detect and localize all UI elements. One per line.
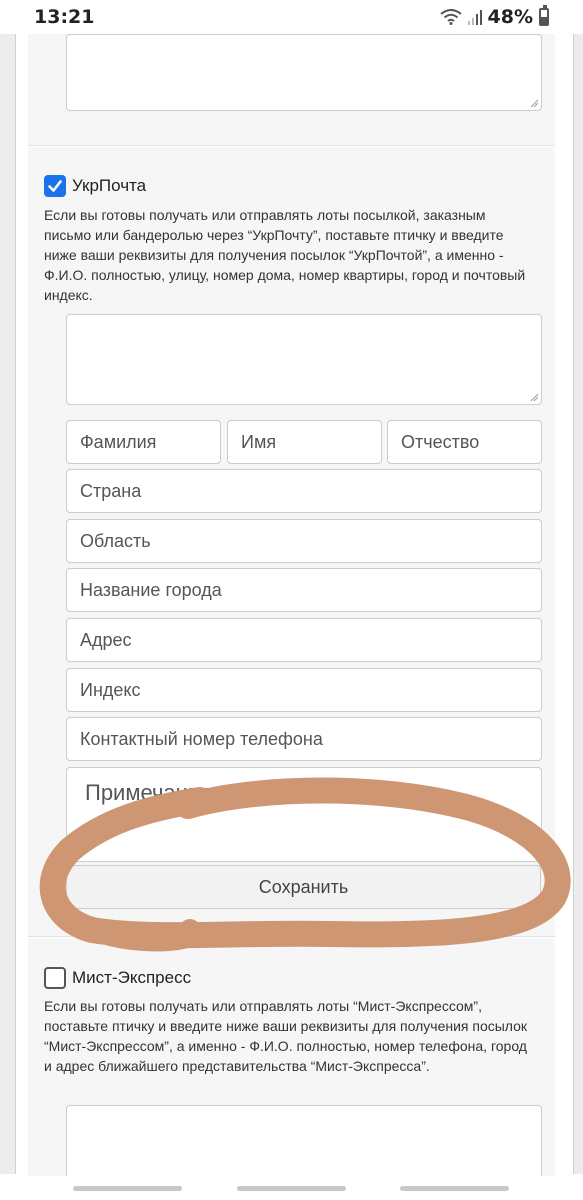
previous-textarea[interactable]	[66, 34, 542, 111]
save-button[interactable]: Сохранить	[66, 865, 541, 909]
nav-home-handle[interactable]	[237, 1186, 346, 1191]
resize-grip-icon	[530, 99, 538, 107]
resize-grip-icon	[530, 393, 538, 401]
ukrposhta-checkbox[interactable]	[44, 175, 66, 197]
country-input[interactable]: Страна	[66, 469, 542, 513]
notes-textarea[interactable]: Примечания	[66, 767, 542, 862]
mist-express-section: Мист-Экспресс Если вы готовы получать ил…	[28, 938, 555, 1195]
ukrposhta-checkbox-row[interactable]: УкрПочта	[44, 175, 146, 197]
mist-express-checkbox-row[interactable]: Мист-Экспресс	[44, 967, 191, 989]
status-icons: 48%	[439, 5, 549, 28]
nav-back-handle[interactable]	[400, 1186, 509, 1191]
patronymic-input[interactable]: Отчество	[387, 420, 542, 464]
address-input[interactable]: Адрес	[66, 618, 542, 662]
ukrposhta-details-textarea[interactable]	[66, 314, 542, 405]
status-bar: 13:21 48%	[0, 0, 583, 34]
signal-icon	[467, 10, 482, 25]
battery-percent: 48%	[487, 6, 533, 28]
ukrposhta-section: УкрПочта Если вы готовы получать или отп…	[28, 147, 555, 937]
navigation-bar	[0, 1176, 583, 1200]
phone-input[interactable]: Контактный номер телефона	[66, 717, 542, 761]
nav-recents-handle[interactable]	[73, 1186, 182, 1191]
ukrposhta-description: Если вы готовы получать или отправлять л…	[44, 207, 526, 303]
page-edge-left	[0, 34, 16, 1174]
city-input[interactable]: Название города	[66, 568, 542, 612]
previous-section	[28, 34, 555, 146]
battery-icon	[539, 5, 549, 26]
wifi-icon	[439, 9, 462, 25]
region-input[interactable]: Область	[66, 519, 542, 563]
mist-express-label: Мист-Экспресс	[72, 968, 192, 987]
status-time: 13:21	[34, 6, 95, 28]
page-edge-right	[573, 34, 583, 1174]
ukrposhta-label: УкрПочта	[72, 176, 147, 195]
last-name-input[interactable]: Фамилия	[66, 420, 221, 464]
first-name-input[interactable]: Имя	[227, 420, 382, 464]
postal-code-input[interactable]: Индекс	[66, 668, 542, 712]
checkmark-icon	[48, 180, 62, 192]
mist-express-description: Если вы готовы получать или отправлять л…	[44, 998, 528, 1074]
mist-express-checkbox[interactable]	[44, 967, 66, 989]
